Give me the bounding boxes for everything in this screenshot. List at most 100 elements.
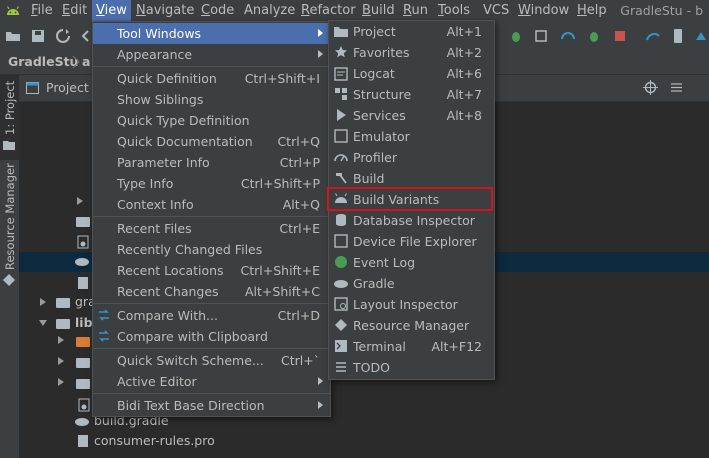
compare-clipboard-icon <box>99 330 109 342</box>
menu-separator <box>93 348 330 349</box>
tool-window-todo[interactable]: TODO <box>329 357 494 378</box>
view-menu-item-recently-changed-files[interactable]: Recently Changed Files <box>93 239 330 260</box>
project-panel-title: Project <box>46 80 89 95</box>
menu-separator <box>93 66 330 67</box>
breadcrumb-project[interactable]: GradleStu <box>8 50 78 74</box>
menu-tools[interactable]: Tools <box>434 0 474 22</box>
tool-window-emulator[interactable]: Emulator <box>329 126 494 147</box>
event-log-icon <box>335 256 347 268</box>
expand-arrow-icon[interactable] <box>58 378 64 386</box>
expand-arrow-icon[interactable] <box>58 357 64 365</box>
tool-window-gradle[interactable]: Gradle <box>329 273 494 294</box>
services-icon <box>337 109 346 121</box>
view-menu-item-active-editor[interactable]: Active Editor <box>93 371 330 392</box>
menu-view[interactable]: View <box>92 0 131 22</box>
tool-window-layout-inspector[interactable]: Layout Inspector <box>329 294 494 315</box>
collapse-all-icon[interactable] <box>669 80 684 95</box>
menu-vcs[interactable]: VCS <box>479 0 513 22</box>
sync-icon[interactable] <box>55 28 71 44</box>
tree-item-consumer-rules[interactable]: consumer-rules.pro <box>94 433 215 448</box>
profiler-gauge-icon[interactable] <box>560 28 576 44</box>
view-menu-item-show-siblings[interactable]: Show Siblings <box>93 89 330 110</box>
stop-icon[interactable] <box>612 28 628 44</box>
submenu-arrow-icon <box>318 377 323 385</box>
expand-arrow-icon[interactable] <box>40 298 46 306</box>
tool-window-event-log[interactable]: Event Log <box>329 252 494 273</box>
breadcrumb-separator-icon <box>72 55 80 69</box>
tool-window-favorites[interactable]: Favorites Alt+2 <box>329 42 494 63</box>
tool-window-database-inspector[interactable]: Database Inspector <box>329 210 494 231</box>
apply-changes-icon[interactable] <box>586 28 602 44</box>
menu-code[interactable]: Code <box>197 0 238 22</box>
view-menu-item-recent-locations[interactable]: Recent Locations Ctrl+Shift+E <box>93 260 330 281</box>
emulator-icon <box>334 129 348 143</box>
view-menu-item-quick-documentation[interactable]: Quick Documentation Ctrl+Q <box>93 131 330 152</box>
database-icon <box>336 214 346 226</box>
view-menu: Tool Windows Appearance Quick Definition… <box>92 21 331 417</box>
expand-arrow-icon[interactable] <box>77 197 83 205</box>
gradle-sync-icon[interactable] <box>645 28 661 44</box>
file-icon <box>78 435 88 447</box>
view-menu-item-quick-definition[interactable]: Quick Definition Ctrl+Shift+I <box>93 68 330 89</box>
gradle-elephant-icon <box>75 258 89 266</box>
folder-icon <box>76 217 90 227</box>
project-folder-icon <box>3 141 15 150</box>
expand-arrow-icon[interactable] <box>58 336 64 344</box>
debug-bug-icon[interactable] <box>508 28 524 44</box>
view-menu-item-compare-with-clipboard[interactable]: Compare with Clipboard <box>93 326 330 347</box>
collapse-arrow-icon[interactable] <box>39 320 47 326</box>
menu-help[interactable]: Help <box>573 0 611 22</box>
menu-analyze[interactable]: Analyze <box>240 0 299 22</box>
tree-item-lib[interactable]: lib <box>75 315 93 330</box>
android-studio-logo-icon <box>7 6 19 15</box>
open-folder-icon[interactable] <box>5 28 21 44</box>
sdk-manager-icon[interactable] <box>693 28 709 44</box>
resource-manager-icon[interactable] <box>3 274 15 286</box>
avd-manager-icon[interactable] <box>670 28 686 44</box>
menu-separator <box>93 393 330 394</box>
gradle-elephant-icon <box>75 418 89 426</box>
menu-navigate[interactable]: Navigate <box>132 0 198 22</box>
tool-window-services[interactable]: Services Alt+8 <box>329 105 494 126</box>
resource-manager-tab-label[interactable]: Resource Manager <box>3 163 17 270</box>
menu-window[interactable]: Window <box>514 0 573 22</box>
view-menu-item-context-info[interactable]: Context Info Alt+Q <box>93 194 330 215</box>
project-tool-tab[interactable]: 1: Project <box>0 75 19 160</box>
menu-refactor[interactable]: Refactor <box>297 0 360 22</box>
device-icon <box>334 234 348 248</box>
build-folder-icon <box>76 337 90 347</box>
gradle-icon <box>334 280 348 288</box>
view-menu-item-type-info[interactable]: Type Info Ctrl+Shift+P <box>93 173 330 194</box>
view-menu-item-compare-with[interactable]: Compare With... Ctrl+D <box>93 305 330 326</box>
locate-target-icon[interactable] <box>643 80 658 95</box>
attach-debugger-icon[interactable] <box>533 28 549 44</box>
menu-separator <box>93 216 330 217</box>
tool-window-build[interactable]: Build <box>329 168 494 189</box>
tool-window-logcat[interactable]: Logcat Alt+6 <box>329 63 494 84</box>
view-menu-item-recent-files[interactable]: Recent Files Ctrl+E <box>93 218 330 239</box>
tool-window-project[interactable]: Project Alt+1 <box>329 21 494 42</box>
view-menu-item-quick-switch-scheme[interactable]: Quick Switch Scheme... Ctrl+` <box>93 350 330 371</box>
breadcrumb-module[interactable]: a <box>82 50 90 74</box>
view-menu-item-recent-changes[interactable]: Recent Changes Alt+Shift+C <box>93 281 330 302</box>
view-menu-item-tool-windows[interactable]: Tool Windows <box>93 23 330 44</box>
view-menu-item-parameter-info[interactable]: Parameter Info Ctrl+P <box>93 152 330 173</box>
tool-window-resource-manager[interactable]: Resource Manager <box>329 315 494 336</box>
tool-window-structure[interactable]: Structure Alt+7 <box>329 84 494 105</box>
gitignore-file-icon <box>78 398 90 412</box>
menu-build[interactable]: Build <box>358 0 399 22</box>
view-menu-item-appearance[interactable]: Appearance <box>93 44 330 65</box>
todo-icon <box>336 362 346 372</box>
save-icon[interactable] <box>30 28 46 44</box>
logcat-icon <box>334 67 348 81</box>
submenu-arrow-icon <box>318 50 323 58</box>
tool-window-device-file-explorer[interactable]: Device File Explorer <box>329 231 494 252</box>
view-menu-item-quick-type-definition[interactable]: Quick Type Definition <box>93 110 330 131</box>
view-menu-item-bidi-text-base-direction[interactable]: Bidi Text Base Direction <box>93 395 330 416</box>
menu-file[interactable]: File <box>27 0 57 22</box>
project-tab-label: 1: Project <box>3 80 17 135</box>
tool-window-terminal[interactable]: Terminal Alt+F12 <box>329 336 494 357</box>
tool-window-profiler[interactable]: Profiler <box>329 147 494 168</box>
menu-run[interactable]: Run <box>399 0 432 22</box>
menu-edit[interactable]: Edit <box>58 0 91 22</box>
